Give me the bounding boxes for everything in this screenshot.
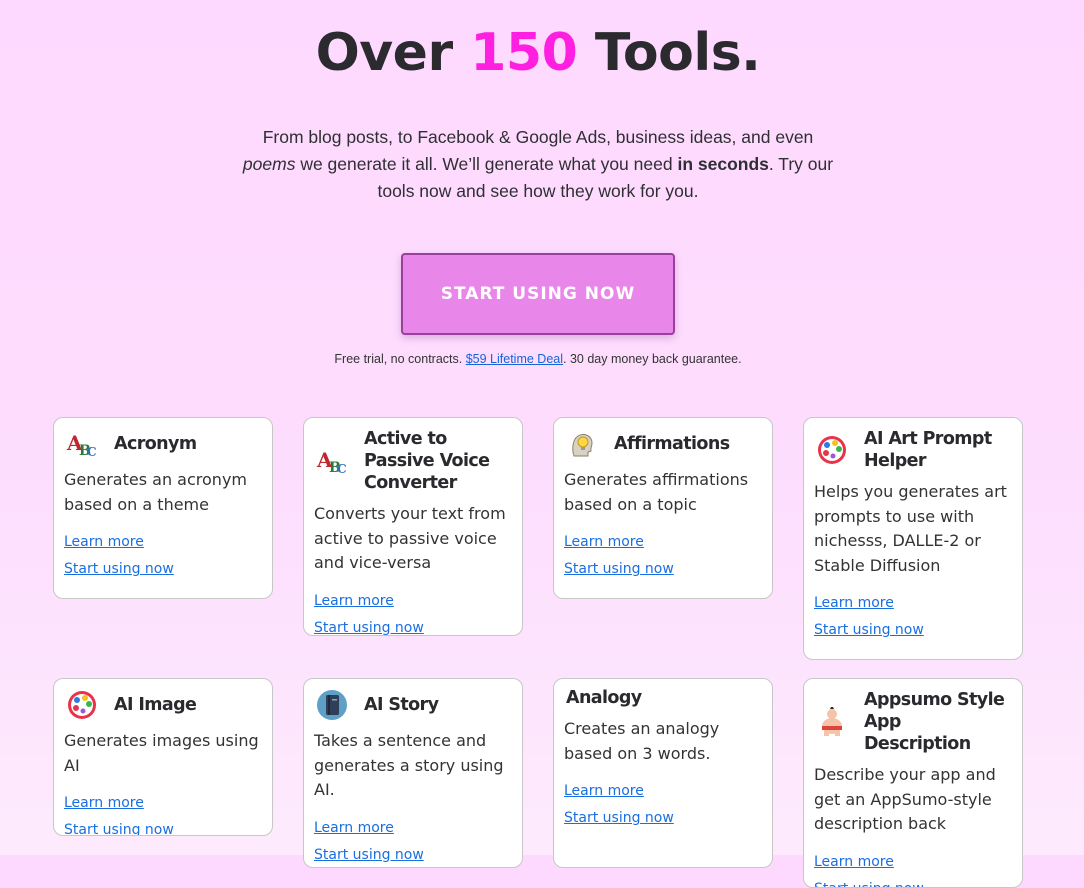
start-using-link[interactable]: Start using now [564, 556, 762, 583]
learn-more-link[interactable]: Learn more [814, 590, 1012, 617]
lifetime-deal-link[interactable]: $59 Lifetime Deal [466, 352, 563, 366]
tool-card-ai-story: AI Story Takes a sentence and generates … [303, 678, 523, 868]
palette-icon [816, 434, 848, 466]
tool-card-affirmations: Affirmations Generates affirmations base… [553, 417, 773, 599]
tool-name: AI Art Prompt Helper [864, 428, 1012, 472]
tool-description: Generates an acronym based on a theme [54, 468, 272, 517]
palette-icon [66, 689, 98, 721]
start-using-link[interactable]: Start using now [564, 805, 762, 832]
start-using-now-button[interactable]: START USING NOW [401, 253, 675, 335]
svg-text:C: C [337, 462, 347, 476]
learn-more-link[interactable]: Learn more [564, 529, 762, 556]
tool-name: AI Image [114, 694, 196, 716]
learn-more-link[interactable]: Learn more [564, 778, 762, 805]
tool-name: Active to Passive Voice Converter [364, 428, 512, 494]
tool-card-acronym: ABC Acronym Generates an acronym based o… [53, 417, 273, 599]
start-using-link[interactable]: Start using now [64, 817, 262, 836]
tool-name: AI Story [364, 694, 438, 716]
learn-more-link[interactable]: Learn more [64, 529, 262, 556]
tool-description: Helps you generates art prompts to use w… [804, 480, 1022, 578]
pricing-fineprint: Free trial, no contracts. $59 Lifetime D… [0, 350, 1076, 368]
tool-description: Generates images using AI [54, 729, 272, 778]
lightbulb-head-icon [566, 428, 598, 460]
abc-blocks-icon: ABC [316, 445, 348, 477]
tool-description: Takes a sentence and generates a story u… [304, 729, 522, 803]
start-using-link[interactable]: Start using now [64, 556, 262, 583]
sumo-wrestler-icon [816, 706, 848, 738]
learn-more-link[interactable]: Learn more [64, 790, 262, 817]
tool-name: Affirmations [614, 433, 730, 455]
start-using-link[interactable]: Start using now [314, 615, 512, 637]
page-title: Over 150 Tools. [0, 18, 1076, 88]
notebook-icon [316, 689, 348, 721]
start-using-link[interactable]: Start using now [814, 876, 1012, 888]
tool-name: Acronym [114, 433, 196, 455]
tool-card-ai-image: AI Image Generates images using AI Learn… [53, 678, 273, 836]
abc-blocks-icon: ABC [66, 428, 98, 460]
tool-description: Converts your text from active to passiv… [304, 502, 522, 576]
learn-more-link[interactable]: Learn more [314, 815, 512, 842]
tool-card-analogy: Analogy Creates an analogy based on 3 wo… [553, 678, 773, 868]
start-using-link[interactable]: Start using now [814, 617, 1012, 644]
tool-card-active-to-passive: ABC Active to Passive Voice Converter Co… [303, 417, 523, 636]
tool-card-appsumo-style: Appsumo Style App Description Describe y… [803, 678, 1023, 888]
tool-description: Generates affirmations based on a topic [554, 468, 772, 517]
tool-card-ai-art-prompt-helper: AI Art Prompt Helper Helps you generates… [803, 417, 1023, 660]
tool-name: Appsumo Style App Description [864, 689, 1012, 755]
learn-more-link[interactable]: Learn more [314, 588, 512, 615]
svg-text:C: C [87, 445, 97, 459]
hero-description: From blog posts, to Facebook & Google Ad… [240, 124, 836, 205]
learn-more-link[interactable]: Learn more [814, 849, 1012, 876]
tool-description: Describe your app and get an AppSumo-sty… [804, 763, 1022, 837]
tools-count: 150 [470, 23, 577, 83]
tool-name: Analogy [566, 687, 642, 709]
tool-description: Creates an analogy based on 3 words. [554, 717, 772, 766]
